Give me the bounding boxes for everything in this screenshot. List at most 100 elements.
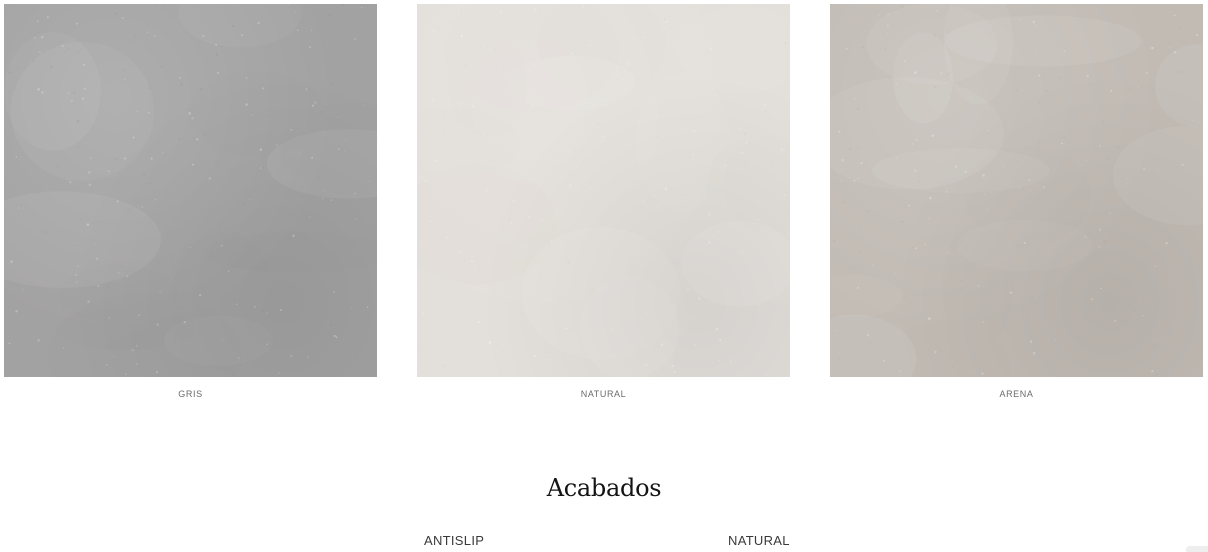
texture-speck bbox=[888, 264, 890, 266]
texture-speck bbox=[1016, 89, 1018, 92]
texture-speck bbox=[184, 224, 187, 227]
texture-speck bbox=[550, 182, 553, 185]
texture-speck bbox=[355, 218, 357, 220]
texture-speck bbox=[1054, 338, 1057, 341]
texture-speck bbox=[22, 288, 24, 291]
texture-speck bbox=[911, 246, 915, 249]
texture-speck bbox=[692, 6, 695, 9]
texture-speck bbox=[614, 178, 617, 182]
texture-speck bbox=[309, 46, 311, 49]
texture-speck bbox=[901, 220, 904, 224]
texture-speck bbox=[916, 318, 919, 321]
texture-speck bbox=[357, 45, 360, 47]
texture-speck bbox=[622, 174, 624, 176]
texture-speck bbox=[1063, 136, 1066, 139]
texture-speck bbox=[1036, 129, 1038, 131]
texture-speck bbox=[1098, 246, 1101, 248]
texture-speck bbox=[1103, 240, 1107, 243]
texture-speck bbox=[1087, 340, 1089, 342]
texture-speck bbox=[242, 202, 246, 205]
texture-speck bbox=[366, 306, 369, 308]
texture-speck bbox=[872, 264, 874, 266]
texture-speck bbox=[431, 29, 434, 32]
texture-speck bbox=[330, 83, 333, 86]
texture-speck bbox=[432, 325, 434, 328]
texture-speck bbox=[1174, 271, 1177, 274]
texture-speck bbox=[75, 22, 79, 25]
texture-speck bbox=[1136, 9, 1139, 12]
swatch-tile-image[interactable] bbox=[417, 4, 790, 377]
texture-speck bbox=[160, 65, 163, 69]
texture-speck bbox=[148, 182, 151, 185]
texture-speck bbox=[907, 288, 910, 291]
texture-speck bbox=[1076, 304, 1080, 307]
texture-speck bbox=[196, 138, 199, 141]
texture-speck bbox=[306, 356, 309, 358]
texture-speck bbox=[6, 121, 9, 124]
swatch-arena[interactable]: ARENA bbox=[830, 4, 1203, 404]
swatch-tile-image[interactable] bbox=[4, 4, 377, 377]
texture-speck bbox=[329, 363, 331, 366]
texture-speck bbox=[1145, 71, 1148, 74]
texture-speck bbox=[1189, 260, 1192, 262]
texture-speck bbox=[763, 103, 766, 106]
texture-speck bbox=[293, 213, 296, 216]
texture-speck bbox=[522, 149, 524, 152]
texture-speck bbox=[1179, 26, 1182, 29]
texture-speck bbox=[422, 312, 425, 315]
finish-option-antislip[interactable]: ANTISLIP bbox=[424, 533, 484, 548]
texture-speck bbox=[877, 13, 880, 16]
texture-speck bbox=[1110, 89, 1113, 92]
texture-speck bbox=[593, 212, 596, 215]
scrollbar-corner bbox=[1186, 546, 1208, 552]
texture-speck bbox=[494, 322, 497, 324]
texture-speck bbox=[1093, 83, 1095, 85]
texture-speck bbox=[1111, 208, 1113, 210]
texture-speck bbox=[159, 5, 161, 7]
texture-speck bbox=[1109, 212, 1111, 214]
texture-speck bbox=[1045, 89, 1049, 93]
texture-speck bbox=[1037, 140, 1041, 144]
texture-speck bbox=[894, 272, 896, 274]
texture-speck bbox=[595, 205, 597, 207]
texture-speck bbox=[150, 157, 153, 160]
texture-speck bbox=[305, 282, 308, 285]
texture-speck bbox=[333, 291, 335, 293]
texture-speck bbox=[1038, 74, 1041, 77]
texture-speck bbox=[658, 207, 660, 209]
swatch-natural[interactable]: NATURAL bbox=[417, 4, 790, 404]
texture-speck bbox=[450, 22, 453, 25]
texture-speck bbox=[134, 35, 137, 38]
texture-speck bbox=[219, 227, 222, 230]
texture-speck bbox=[1154, 339, 1156, 341]
texture-speck bbox=[861, 46, 864, 49]
texture-speck bbox=[214, 160, 217, 163]
texture-speck bbox=[178, 138, 181, 141]
texture-speck bbox=[440, 4, 443, 7]
texture-speck bbox=[37, 20, 39, 23]
texture-speck bbox=[88, 183, 92, 187]
texture-speck bbox=[361, 6, 363, 9]
texture-speck bbox=[837, 89, 839, 91]
texture-speck bbox=[233, 225, 235, 227]
texture-speck bbox=[597, 123, 600, 126]
swatch-tile-image[interactable] bbox=[830, 4, 1203, 377]
texture-speck bbox=[1047, 6, 1049, 8]
texture-speck bbox=[478, 343, 480, 345]
texture-speck bbox=[115, 12, 118, 15]
texture-speck bbox=[1081, 272, 1083, 274]
texture-speck bbox=[845, 199, 847, 201]
texture-speck bbox=[1142, 301, 1145, 304]
texture-speck bbox=[180, 83, 183, 86]
texture-speck bbox=[1102, 120, 1105, 123]
finish-option-natural[interactable]: NATURAL bbox=[728, 533, 790, 548]
texture-speck bbox=[67, 179, 68, 181]
texture-speck bbox=[665, 20, 668, 23]
texture-speck bbox=[1080, 74, 1082, 75]
texture-speck bbox=[1061, 142, 1063, 145]
swatch-gris[interactable]: GRIS bbox=[4, 4, 377, 404]
texture-speck bbox=[513, 162, 516, 165]
texture-speck bbox=[358, 350, 361, 354]
texture-speck bbox=[215, 53, 218, 56]
texture-speck bbox=[1098, 144, 1101, 147]
